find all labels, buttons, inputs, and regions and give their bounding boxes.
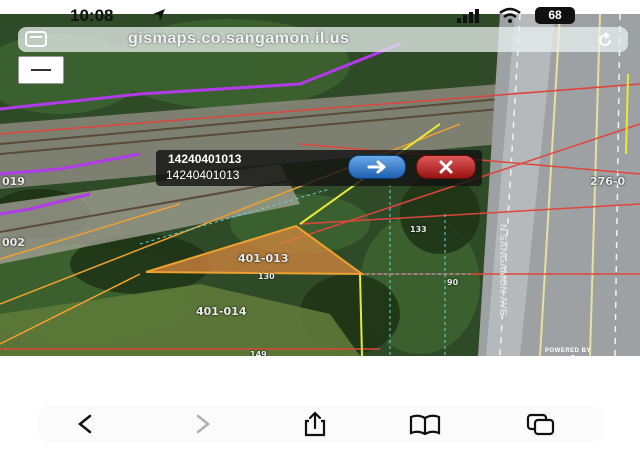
road-label: N SANGAMON AVE [497, 224, 508, 316]
book-icon [409, 414, 441, 436]
lot-label: 149 [250, 350, 267, 356]
popup-parcel-number: 14240401013 [166, 168, 240, 182]
arrow-right-icon [367, 160, 386, 174]
popup-go-button[interactable] [348, 155, 406, 179]
parcel-label: 276-0 [590, 175, 626, 188]
parcel-label: 401-014 [196, 305, 247, 318]
parcel-label: 019 [2, 175, 25, 188]
wifi-icon [499, 7, 521, 23]
share-button[interactable] [298, 410, 332, 438]
tabs-button[interactable] [524, 410, 558, 438]
lot-label: 130 [258, 272, 275, 281]
battery-level: 68 [548, 8, 562, 22]
cellular-signal-icon [457, 9, 479, 23]
map-zoom-out-button[interactable] [18, 56, 64, 84]
battery-icon: 68 [535, 7, 575, 24]
parcel-label: 002 [2, 236, 25, 249]
parcel-popup: 14240401013 14240401013 [156, 150, 482, 186]
forward-icon [196, 414, 211, 434]
reload-icon[interactable] [596, 31, 614, 49]
url-text: gismaps.co.sangamon.il.us [128, 30, 350, 47]
esri-logo: esri [545, 353, 591, 356]
popup-title: 14240401013 [168, 152, 242, 166]
esri-attribution: POWERED BY esri [545, 348, 591, 356]
share-icon [304, 411, 326, 437]
location-arrow-icon [153, 9, 165, 21]
forward-button[interactable] [186, 410, 220, 438]
popup-close-button[interactable] [416, 155, 476, 179]
reader-mode-icon[interactable] [24, 31, 50, 47]
tabs-icon [526, 413, 555, 436]
status-bar: 10:08 68 [0, 0, 640, 32]
status-time: 10:08 [70, 6, 114, 25]
browser-toolbar [0, 398, 640, 450]
selected-parcel-label: 401-013 [238, 252, 289, 265]
back-icon [77, 414, 92, 434]
bookmarks-button[interactable] [408, 410, 442, 438]
close-icon [439, 160, 453, 174]
lot-label: 90 [447, 278, 459, 287]
back-button[interactable] [68, 410, 102, 438]
lot-label: 133 [410, 225, 427, 234]
